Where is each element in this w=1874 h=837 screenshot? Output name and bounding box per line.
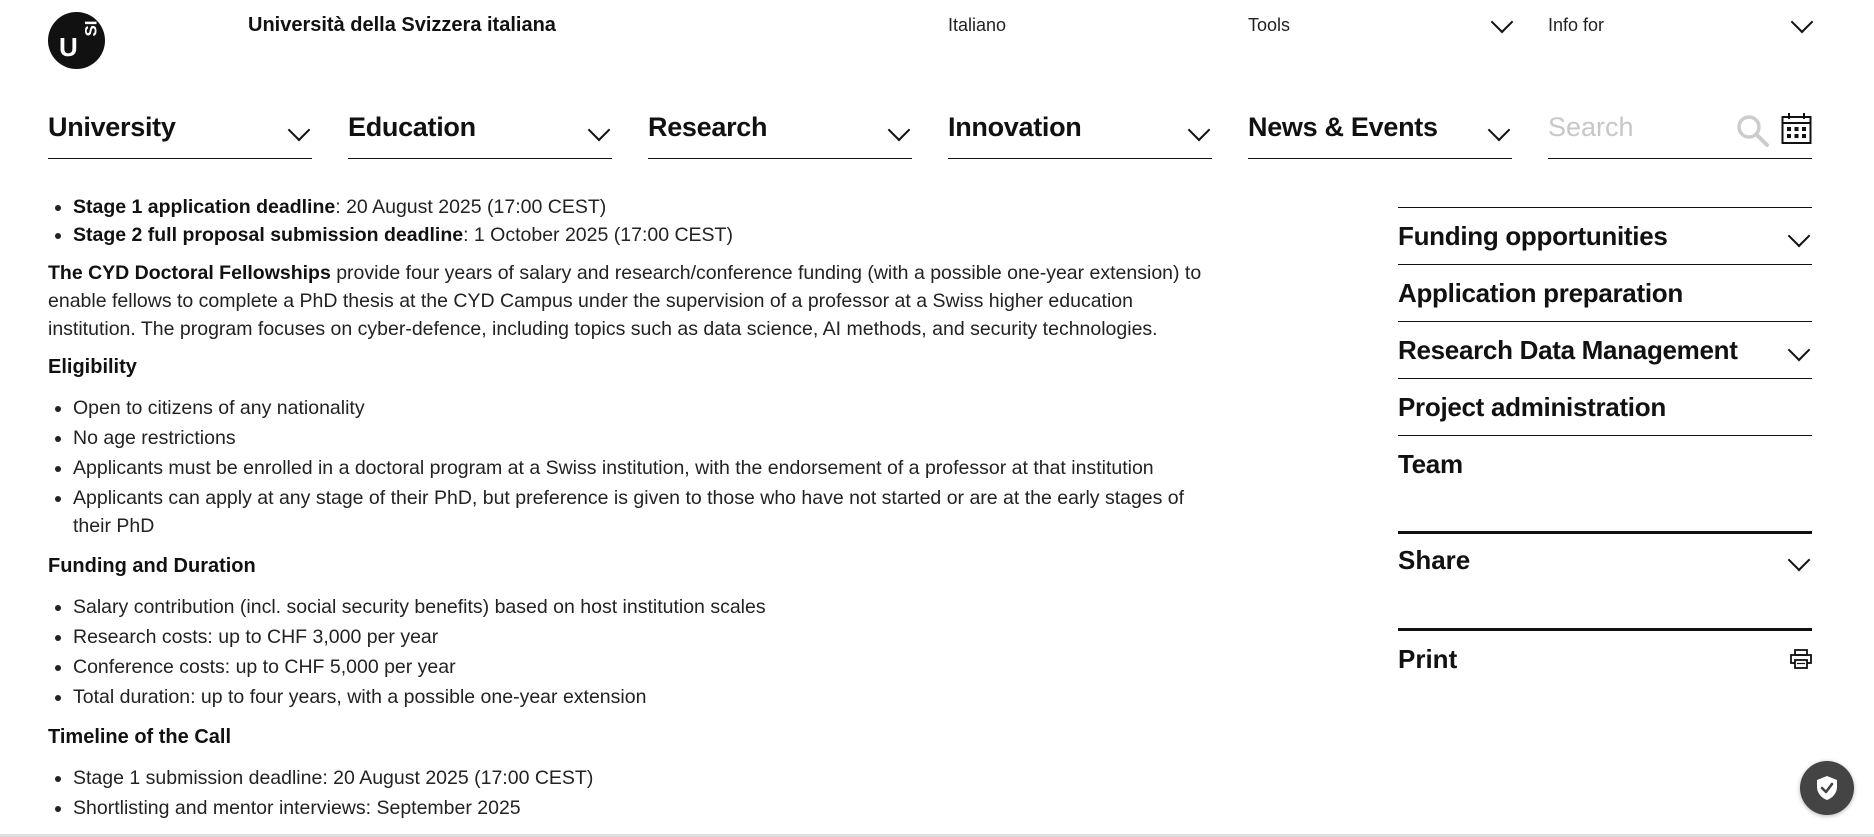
sidebar-item-label: Research Data Management bbox=[1398, 335, 1738, 365]
nav-news-events[interactable]: News & Events bbox=[1248, 110, 1512, 159]
nav-education[interactable]: Education bbox=[348, 110, 612, 159]
privacy-settings-button[interactable] bbox=[1800, 761, 1854, 815]
print-label: Print bbox=[1398, 644, 1458, 674]
deadline-value: : 1 October 2025 (17:00 CEST) bbox=[463, 224, 733, 246]
list-item: Applicants must be enrolled in a doctora… bbox=[73, 454, 1223, 482]
sidebar-item-label: Project administration bbox=[1398, 392, 1666, 422]
chevron-down-icon bbox=[1787, 548, 1811, 572]
list-item: Applicants can apply at any stage of the… bbox=[73, 484, 1223, 540]
university-name[interactable]: Università della Svizzera italiana bbox=[248, 14, 556, 37]
nav-label: Research bbox=[648, 112, 768, 142]
info-for-chevron-down-icon[interactable] bbox=[1790, 10, 1814, 34]
list-item: Stage 2 full proposal submission deadlin… bbox=[73, 221, 1223, 249]
logo-letter-u: U bbox=[59, 32, 78, 62]
print-button[interactable]: Print bbox=[1398, 631, 1812, 683]
chevron-down-icon bbox=[587, 118, 611, 142]
eligibility-heading: Eligibility bbox=[48, 356, 137, 378]
tools-menu[interactable]: Tools bbox=[1248, 15, 1290, 36]
list-item: Salary contribution (incl. social securi… bbox=[73, 593, 1223, 621]
chevron-down-icon bbox=[1487, 118, 1511, 142]
list-item: Open to citizens of any nationality bbox=[73, 394, 1223, 422]
timeline-heading: Timeline of the Call bbox=[48, 726, 231, 748]
chevron-down-icon bbox=[1787, 338, 1811, 362]
search-input[interactable] bbox=[1548, 112, 1728, 143]
deadline-value: : 20 August 2025 (17:00 CEST) bbox=[335, 196, 607, 218]
chevron-down-icon bbox=[1787, 224, 1811, 248]
nav-label: Education bbox=[348, 112, 476, 142]
list-item: Stage 1 submission deadline: 20 August 2… bbox=[73, 764, 1223, 792]
chevron-down-icon bbox=[887, 118, 911, 142]
timeline-list: Stage 1 submission deadline: 20 August 2… bbox=[48, 764, 1223, 822]
calendar-icon[interactable] bbox=[1781, 113, 1812, 150]
sidebar-item-project-administration[interactable]: Project administration bbox=[1398, 378, 1812, 435]
chevron-down-icon bbox=[287, 118, 311, 142]
share-button[interactable]: Share bbox=[1398, 534, 1812, 582]
nav-label: Innovation bbox=[948, 112, 1082, 142]
funding-heading: Funding and Duration bbox=[48, 555, 256, 577]
search-bar bbox=[1548, 110, 1812, 159]
list-item: Research costs: up to CHF 3,000 per year bbox=[73, 623, 1223, 651]
intro-bold: The CYD Doctoral Fellowships bbox=[48, 262, 331, 284]
nav-university[interactable]: University bbox=[48, 110, 312, 159]
list-item: Conference costs: up to CHF 5,000 per ye… bbox=[73, 653, 1223, 681]
nav-label: University bbox=[48, 112, 176, 142]
nav-research[interactable]: Research bbox=[648, 110, 912, 159]
info-for-menu[interactable]: Info for bbox=[1548, 15, 1604, 36]
sidebar-item-funding-opportunities[interactable]: Funding opportunities bbox=[1398, 207, 1812, 264]
eligibility-list: Open to citizens of any nationality No a… bbox=[48, 394, 1223, 540]
sidebar-item-research-data-management[interactable]: Research Data Management bbox=[1398, 321, 1812, 378]
search-icon[interactable] bbox=[1736, 114, 1770, 153]
language-switch[interactable]: Italiano bbox=[948, 15, 1006, 36]
sidebar-item-label: Application preparation bbox=[1398, 278, 1683, 308]
tools-chevron-down-icon[interactable] bbox=[1490, 10, 1514, 34]
sidebar-item-application-preparation[interactable]: Application preparation bbox=[1398, 264, 1812, 321]
nav-label: News & Events bbox=[1248, 112, 1438, 142]
deadline-list: Stage 1 application deadline: 20 August … bbox=[48, 193, 1223, 249]
funding-list: Salary contribution (incl. social securi… bbox=[48, 593, 1223, 711]
list-item: Stage 1 application deadline: 20 August … bbox=[73, 193, 1223, 221]
deadline-label: Stage 1 application deadline bbox=[73, 196, 336, 218]
chevron-down-icon bbox=[1187, 118, 1211, 142]
intro-paragraph: The CYD Doctoral Fellowships provide fou… bbox=[48, 259, 1223, 343]
logo-letters-si: SI bbox=[81, 20, 101, 37]
nav-innovation[interactable]: Innovation bbox=[948, 110, 1212, 159]
sidebar-item-label: Team bbox=[1398, 449, 1463, 479]
main-content: Stage 1 application deadline: 20 August … bbox=[48, 193, 1223, 822]
deadline-label: Stage 2 full proposal submission deadlin… bbox=[73, 224, 464, 246]
printer-icon bbox=[1790, 649, 1812, 674]
list-item: Total duration: up to four years, with a… bbox=[73, 683, 1223, 711]
sidebar-item-team[interactable]: Team bbox=[1398, 435, 1812, 492]
usi-logo[interactable]: U SI bbox=[48, 12, 105, 69]
sidebar-menu: Funding opportunities Application prepar… bbox=[1398, 207, 1812, 492]
list-item: No age restrictions bbox=[73, 424, 1223, 452]
sidebar-item-label: Funding opportunities bbox=[1398, 221, 1668, 251]
list-item: Shortlisting and mentor interviews: Sept… bbox=[73, 794, 1223, 822]
shield-check-icon bbox=[1815, 775, 1839, 806]
share-label: Share bbox=[1398, 545, 1471, 575]
